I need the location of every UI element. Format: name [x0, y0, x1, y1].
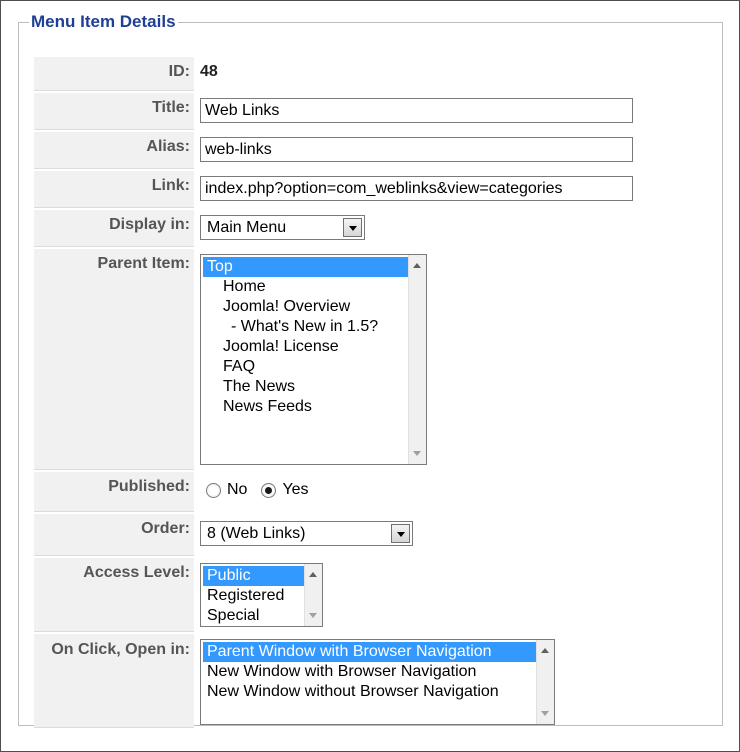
access-level-label: Access Level:: [34, 558, 194, 632]
id-label: ID:: [34, 57, 194, 91]
menu-item-details-fieldset: Menu Item Details ID: 48 Title: Alias: L…: [18, 12, 723, 728]
id-value: 48: [200, 63, 218, 80]
title-label: Title:: [34, 93, 194, 130]
on-click-option[interactable]: New Window without Browser Navigation: [203, 682, 536, 702]
parent-item-scrollbar[interactable]: [408, 255, 426, 464]
parent-option[interactable]: Joomla! Overview: [203, 297, 408, 317]
parent-option[interactable]: Home: [203, 277, 408, 297]
display-in-label: Display in:: [34, 210, 194, 247]
scroll-up-icon[interactable]: [541, 648, 549, 653]
parent-item-listbox[interactable]: Top Home Joomla! Overview - What's New i…: [200, 254, 427, 465]
parent-option[interactable]: FAQ: [203, 357, 408, 377]
order-value: 8 (Web Links): [207, 525, 306, 542]
on-click-option[interactable]: Parent Window with Browser Navigation: [203, 642, 536, 662]
access-option[interactable]: Special: [203, 606, 304, 626]
link-input[interactable]: [200, 176, 633, 201]
order-select[interactable]: 8 (Web Links): [200, 521, 413, 546]
display-in-select[interactable]: Main Menu: [200, 215, 365, 240]
parent-option[interactable]: Joomla! License: [203, 337, 408, 357]
scroll-down-icon[interactable]: [541, 711, 549, 716]
parent-option[interactable]: The News: [203, 377, 408, 397]
access-level-scrollbar[interactable]: [304, 564, 322, 626]
order-label: Order:: [34, 514, 194, 556]
parent-option[interactable]: - What's New in 1.5?: [203, 317, 408, 337]
access-option[interactable]: Registered: [203, 586, 304, 606]
on-click-scrollbar[interactable]: [536, 640, 554, 724]
parent-option[interactable]: Top: [203, 257, 408, 277]
access-option[interactable]: Public: [203, 566, 304, 586]
display-in-value: Main Menu: [207, 219, 287, 236]
chevron-down-icon[interactable]: [343, 218, 362, 237]
published-yes-label[interactable]: Yes: [282, 481, 308, 499]
alias-input[interactable]: [200, 137, 633, 162]
alias-label: Alias:: [34, 132, 194, 169]
on-click-listbox[interactable]: Parent Window with Browser Navigation Ne…: [200, 639, 555, 725]
scroll-up-icon[interactable]: [309, 572, 317, 577]
on-click-label: On Click, Open in:: [34, 634, 194, 728]
scroll-down-icon[interactable]: [309, 613, 317, 618]
chevron-down-icon[interactable]: [391, 524, 410, 543]
section-title: Menu Item Details: [31, 12, 176, 31]
on-click-option[interactable]: New Window with Browser Navigation: [203, 662, 536, 682]
parent-item-label: Parent Item:: [34, 249, 194, 470]
access-level-listbox[interactable]: Public Registered Special: [200, 563, 323, 627]
parent-option[interactable]: News Feeds: [203, 397, 408, 417]
scroll-down-icon[interactable]: [413, 451, 421, 456]
published-no-label[interactable]: No: [227, 481, 247, 499]
published-yes-radio[interactable]: [261, 482, 277, 498]
title-input[interactable]: [200, 98, 633, 123]
scroll-up-icon[interactable]: [413, 263, 421, 268]
published-label: Published:: [34, 472, 194, 512]
published-no-radio[interactable]: [206, 482, 221, 498]
link-label: Link:: [34, 171, 194, 208]
